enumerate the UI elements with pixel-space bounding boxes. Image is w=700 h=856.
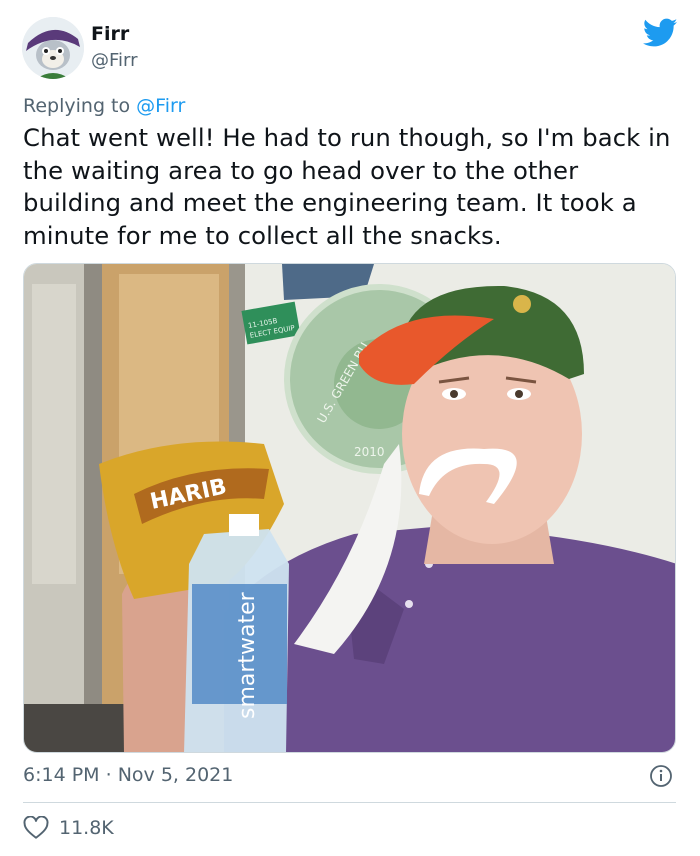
reply-context: Replying to @Firr <box>23 95 185 117</box>
tweet-timestamp[interactable]: 6:14 PM · Nov 5, 2021 <box>23 764 233 786</box>
author-name[interactable]: Firr <box>91 23 129 45</box>
like-count: 11.8K <box>59 817 114 839</box>
timestamp-separator: · <box>105 764 112 786</box>
tweet-text: Chat went well! He had to run though, so… <box>23 123 671 250</box>
author-handle[interactable]: @Firr <box>91 50 138 71</box>
twitter-bird-icon[interactable] <box>643 18 678 48</box>
like-button[interactable]: 11.8K <box>23 816 114 840</box>
info-icon[interactable] <box>649 764 673 788</box>
reply-target-link[interactable]: @Firr <box>136 95 185 117</box>
photo-bottle-brand: smartwater <box>235 591 260 719</box>
divider <box>23 802 676 803</box>
timestamp-date[interactable]: Nov 5, 2021 <box>118 764 234 786</box>
heart-icon[interactable] <box>23 816 49 840</box>
tweet-photo[interactable]: 11-105B ELECT EQUIP U.S. GREEN BU 2010 H… <box>23 263 676 753</box>
photo-plaque-year: 2010 <box>354 445 385 459</box>
reply-prefix: Replying to <box>23 95 131 117</box>
avatar[interactable] <box>22 17 84 79</box>
timestamp-time[interactable]: 6:14 PM <box>23 764 100 786</box>
